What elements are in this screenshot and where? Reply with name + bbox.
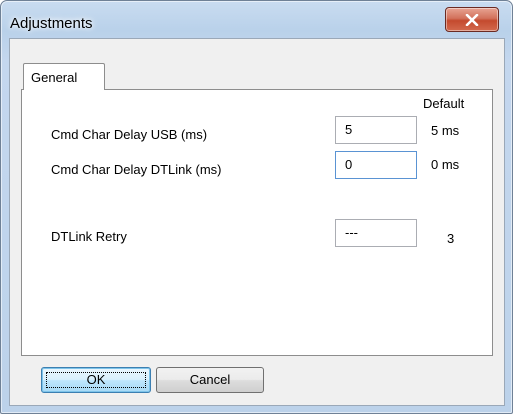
dtlink-retry-value: --- bbox=[345, 225, 358, 240]
cancel-button[interactable]: Cancel bbox=[156, 367, 264, 393]
title-bar[interactable]: Adjustments bbox=[1, 1, 512, 37]
cmd-char-delay-dtlink-label: Cmd Char Delay DTLink (ms) bbox=[51, 162, 222, 177]
cmd-char-delay-dtlink-default: 0 ms bbox=[431, 157, 460, 172]
cmd-char-delay-dtlink-input[interactable]: 0 bbox=[335, 151, 417, 179]
default-column-header: Default bbox=[423, 96, 465, 111]
cmd-char-delay-usb-label: Cmd Char Delay USB (ms) bbox=[51, 127, 208, 142]
cmd-char-delay-usb-value: 5 bbox=[345, 122, 353, 137]
tab-general[interactable]: General bbox=[23, 63, 105, 90]
tab-general-label: General bbox=[31, 70, 78, 85]
close-button[interactable] bbox=[445, 7, 499, 32]
ok-button[interactable]: OK bbox=[41, 367, 151, 393]
ok-button-label: OK bbox=[86, 372, 106, 387]
adjustments-dialog: Adjustments General Default Cmd Char Del… bbox=[0, 0, 513, 414]
window-title: Adjustments bbox=[10, 15, 93, 32]
dtlink-retry-default: 3 bbox=[447, 231, 455, 246]
cmd-char-delay-usb-default: 5 ms bbox=[431, 123, 460, 138]
cancel-button-label: Cancel bbox=[189, 372, 231, 387]
cmd-char-delay-dtlink-value: 0 bbox=[345, 157, 353, 172]
cmd-char-delay-usb-input[interactable]: 5 bbox=[335, 116, 417, 144]
dtlink-retry-label: DTLink Retry bbox=[51, 229, 127, 244]
dtlink-retry-input[interactable]: --- bbox=[335, 219, 417, 247]
close-icon bbox=[465, 13, 479, 26]
